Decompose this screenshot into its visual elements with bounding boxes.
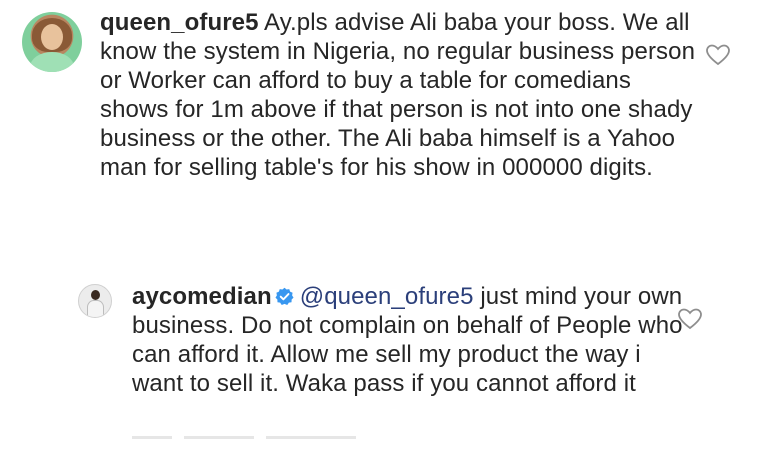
clipped-next-line xyxy=(132,436,382,450)
comment-username[interactable]: aycomedian xyxy=(132,283,272,310)
heart-icon[interactable] xyxy=(678,308,702,330)
heart-icon[interactable] xyxy=(706,44,730,66)
mention-link[interactable]: @queen_ofure5 xyxy=(300,283,474,310)
avatar[interactable] xyxy=(22,12,82,72)
comment-text-block: queen_ofure5 Ay.pls advise Ali baba your… xyxy=(100,8,700,182)
comment-username[interactable]: queen_ofure5 xyxy=(100,9,259,36)
comment-text-block: aycomedian @queen_ofure5 just mind your … xyxy=(132,282,692,398)
avatar[interactable] xyxy=(78,284,112,318)
verified-badge-icon xyxy=(275,287,294,305)
